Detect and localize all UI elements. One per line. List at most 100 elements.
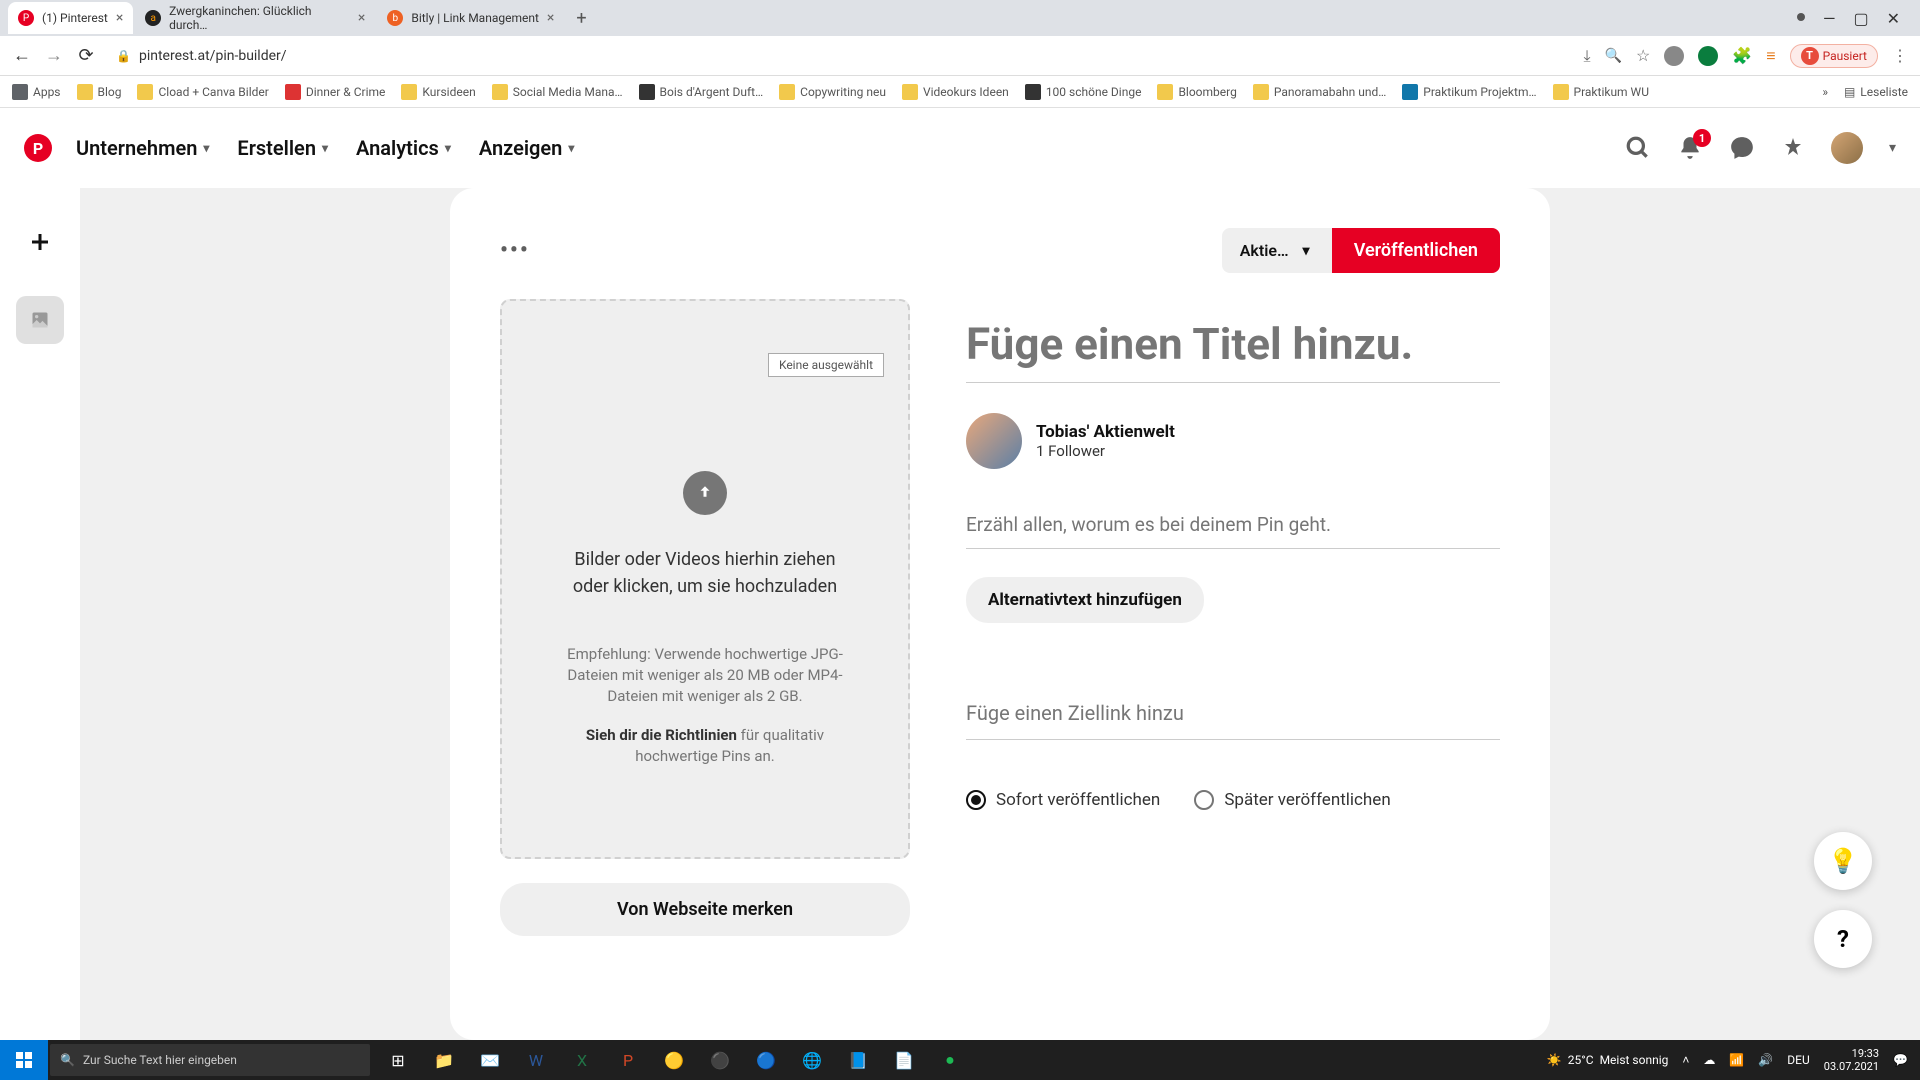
address-bar[interactable]: 🔒 pinterest.at/pin-builder/ (108, 48, 1571, 64)
minimize-icon[interactable]: — (1823, 9, 1836, 28)
explorer-icon[interactable]: 📁 (422, 1040, 466, 1080)
weather-widget[interactable]: ☀️ 25°C Meist sonnig (1547, 1053, 1669, 1067)
account-menu-chevron-icon[interactable]: ▾ (1889, 140, 1896, 156)
publish-now-radio[interactable]: Sofort veröffentlichen (966, 790, 1160, 810)
lock-icon[interactable]: 🔒 (116, 49, 131, 63)
notepad-icon[interactable]: 📄 (882, 1040, 926, 1080)
mail-icon[interactable]: ✉️ (468, 1040, 512, 1080)
bookmark-item[interactable]: Bloomberg (1157, 84, 1236, 100)
menu-lines-icon[interactable]: ≡ (1766, 46, 1775, 66)
apps-bookmark[interactable]: Apps (12, 84, 61, 100)
wifi-icon[interactable]: 📶 (1729, 1053, 1744, 1067)
bookmark-item[interactable]: Social Media Mana… (492, 84, 623, 100)
profile-avatar[interactable] (966, 413, 1022, 469)
bookmark-item[interactable]: Kursideen (401, 84, 475, 100)
tray-chevron-icon[interactable]: ˄ (1682, 1053, 1689, 1067)
user-avatar[interactable] (1831, 132, 1863, 164)
app-icon[interactable]: 📘 (836, 1040, 880, 1080)
bookmark-item[interactable]: Copywriting neu (779, 84, 886, 100)
extension-icon[interactable] (1664, 46, 1684, 66)
nav-unternehmen[interactable]: Unternehmen▾ (76, 136, 209, 160)
zoom-icon[interactable]: 🔍 (1605, 48, 1622, 64)
star-icon[interactable]: ☆ (1636, 46, 1650, 65)
nav-analytics[interactable]: Analytics▾ (356, 136, 451, 160)
spotify-icon[interactable]: ● (928, 1040, 972, 1080)
notifications-icon[interactable]: 1 (1677, 135, 1703, 161)
close-icon[interactable]: × (116, 10, 123, 26)
puzzle-icon[interactable]: 🧩 (1732, 46, 1752, 65)
alt-text-button[interactable]: Alternativtext hinzufügen (966, 577, 1204, 623)
bookmark-item[interactable]: Blog (77, 84, 122, 100)
task-view-icon[interactable]: ⊞ (376, 1040, 420, 1080)
reading-list-button[interactable]: ▤Leseliste (1844, 85, 1908, 99)
publish-later-radio[interactable]: Später veröffentlichen (1194, 790, 1390, 810)
browser-tab-active[interactable]: P (1) Pinterest × (8, 2, 133, 34)
onedrive-icon[interactable]: ☁ (1703, 1053, 1715, 1067)
powerpoint-icon[interactable]: P (606, 1040, 650, 1080)
save-from-web-button[interactable]: Von Webseite merken (500, 883, 910, 936)
profile-paused-pill[interactable]: T Pausiert (1790, 44, 1878, 68)
upload-dropzone[interactable]: Keine ausgewählt Bilder oder Videos hier… (500, 299, 910, 859)
notification-badge: 1 (1693, 129, 1711, 147)
notifications-tray-icon[interactable]: 💬 (1893, 1053, 1908, 1067)
close-window-icon[interactable]: ✕ (1887, 9, 1900, 28)
chevron-down-icon: ▾ (568, 141, 574, 155)
close-icon[interactable]: × (358, 10, 365, 26)
clock[interactable]: 19:33 03.07.2021 (1824, 1047, 1879, 1073)
extension-icon[interactable] (1698, 46, 1718, 66)
tab-title: Zwergkaninchen: Glücklich durch… (169, 4, 350, 32)
chrome-icon[interactable]: 🔵 (744, 1040, 788, 1080)
board-selector[interactable]: Aktie… ▾ (1222, 228, 1332, 273)
title-input[interactable]: Füge einen Titel hinzu. (966, 319, 1500, 383)
volume-icon[interactable]: 🔊 (1758, 1053, 1773, 1067)
guidelines-link[interactable]: Sieh dir die Richtlinien (586, 726, 737, 744)
search-icon[interactable] (1625, 135, 1651, 161)
bookmarks-overflow-icon[interactable]: » (1822, 85, 1828, 99)
bookmark-item[interactable]: Videokurs Ideen (902, 84, 1009, 100)
help-button[interactable]: ? (1814, 910, 1872, 968)
more-options-icon[interactable]: ••• (500, 238, 530, 263)
upload-icon[interactable] (683, 471, 727, 515)
app-icon[interactable]: 🟡 (652, 1040, 696, 1080)
kebab-menu-icon[interactable]: ⋮ (1892, 46, 1908, 65)
bookmark-item[interactable]: 100 schöne Dinge (1025, 84, 1142, 100)
profile-row: Tobias' Aktienwelt 1 Follower (966, 413, 1500, 469)
date: 03.07.2021 (1824, 1060, 1879, 1073)
forward-icon[interactable]: → (44, 45, 64, 66)
bookmark-item[interactable]: Bois d'Argent Duft… (639, 84, 764, 100)
add-pin-button[interactable] (16, 218, 64, 266)
bookmark-item[interactable]: Praktikum WU (1553, 84, 1649, 100)
description-input[interactable]: Erzähl allen, worum es bei deinem Pin ge… (966, 505, 1500, 549)
start-button[interactable] (0, 1040, 48, 1080)
excel-icon[interactable]: X (560, 1040, 604, 1080)
browser-tab[interactable]: b Bitly | Link Management × (377, 2, 564, 34)
draft-thumbnail[interactable] (16, 296, 64, 344)
browser-chrome: P (1) Pinterest × a Zwergkaninchen: Glüc… (0, 0, 1920, 108)
pinterest-logo[interactable]: P (24, 134, 52, 162)
maximize-icon[interactable]: ▢ (1853, 9, 1868, 28)
nav-anzeigen[interactable]: Anzeigen▾ (479, 136, 575, 160)
taskbar-search[interactable]: 🔍 Zur Suche Text hier eingeben (50, 1044, 370, 1076)
word-icon[interactable]: W (514, 1040, 558, 1080)
ideas-lightbulb-button[interactable]: 💡 (1814, 832, 1872, 890)
new-tab-button[interactable]: + (566, 8, 596, 29)
close-icon[interactable]: × (547, 10, 554, 26)
bookmark-item[interactable]: Dinner & Crime (285, 84, 386, 100)
bookmark-item[interactable]: Praktikum Projektm… (1402, 84, 1536, 100)
messages-icon[interactable] (1729, 135, 1755, 161)
updates-icon[interactable] (1781, 136, 1805, 160)
language-indicator[interactable]: DEU (1787, 1053, 1809, 1067)
browser-tab[interactable]: a Zwergkaninchen: Glücklich durch… × (135, 2, 375, 34)
bookmark-item[interactable]: Cload + Canva Bilder (137, 84, 268, 100)
install-icon[interactable]: ⤓ (1583, 46, 1590, 66)
reload-icon[interactable]: ⟳ (76, 45, 96, 66)
publish-button[interactable]: Veröffentlichen (1332, 228, 1500, 273)
edge-icon[interactable]: 🌐 (790, 1040, 834, 1080)
file-select-badge[interactable]: Keine ausgewählt (768, 353, 884, 377)
back-icon[interactable]: ← (12, 45, 32, 66)
destination-link-input[interactable]: Füge einen Ziellink hinzu (966, 693, 1500, 740)
nav-erstellen[interactable]: Erstellen▾ (237, 136, 328, 160)
account-dot-icon[interactable] (1797, 13, 1805, 21)
bookmark-item[interactable]: Panoramabahn und… (1253, 84, 1386, 100)
obs-icon[interactable]: ⚫ (698, 1040, 742, 1080)
